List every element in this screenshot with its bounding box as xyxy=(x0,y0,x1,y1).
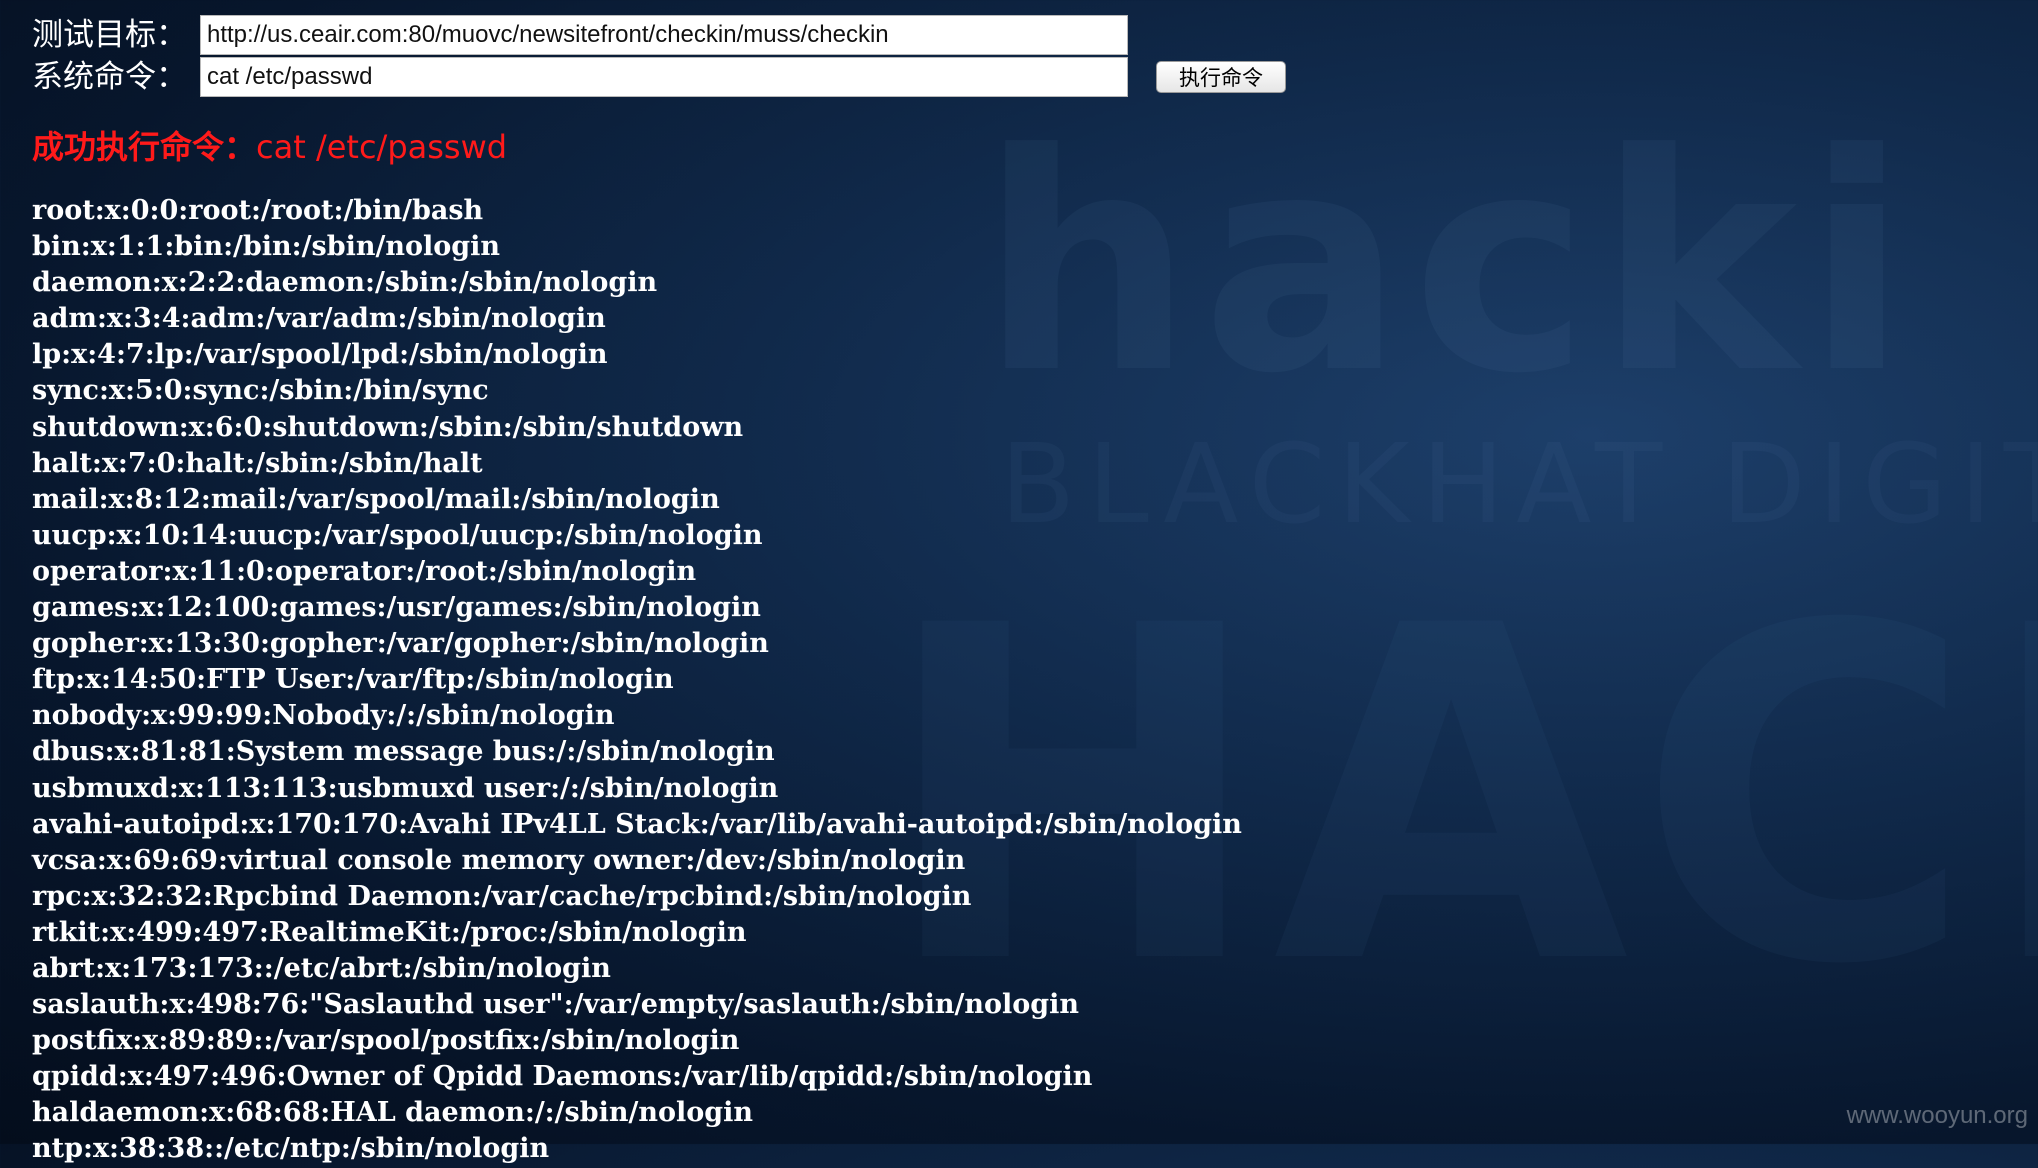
site-watermark: www.wooyun.org xyxy=(1846,1102,2028,1129)
output-line: sync:x:5:0:sync:/sbin:/bin/sync xyxy=(32,375,489,407)
success-command: cat /etc/passwd xyxy=(256,128,508,166)
output-line: daemon:x:2:2:daemon:/sbin:/sbin/nologin xyxy=(32,267,658,299)
output-line: games:x:12:100:games:/usr/games:/sbin/no… xyxy=(32,592,761,624)
output-line: haldaemon:x:68:68:HAL daemon:/:/sbin/nol… xyxy=(32,1097,754,1129)
target-label: 测试目标： xyxy=(32,17,187,53)
command-output: root:x:0:0:root:/root:/bin/bash bin:x:1:1… xyxy=(32,193,1242,1168)
output-line: qpidd:x:497:496:Owner of Qpidd Daemons:/… xyxy=(32,1061,1093,1093)
output-line: vcsa:x:69:69:virtual console memory owne… xyxy=(32,844,966,876)
output-line: halt:x:7:0:halt:/sbin:/sbin/halt xyxy=(32,447,483,479)
output-line: shutdown:x:6:0:shutdown:/sbin:/sbin/shut… xyxy=(32,411,744,443)
success-message: 成功执行命令：cat /etc/passwd xyxy=(32,122,507,168)
success-label: 成功执行命令： xyxy=(32,128,257,166)
output-line: abrt:x:173:173::/etc/abrt:/sbin/nologin xyxy=(32,952,611,984)
output-line: rpc:x:32:32:Rpcbind Daemon:/var/cache/rp… xyxy=(32,880,972,912)
output-line: uucp:x:10:14:uucp:/var/spool/uucp:/sbin/… xyxy=(32,519,763,551)
output-line: gopher:x:13:30:gopher:/var/gopher:/sbin/… xyxy=(32,628,769,660)
command-input[interactable] xyxy=(200,57,1128,97)
output-line: postfix:x:89:89::/var/spool/postfix:/sbi… xyxy=(32,1025,740,1057)
output-line: nobody:x:99:99:Nobody:/:/sbin/nologin xyxy=(32,700,615,732)
output-line: lp:x:4:7:lp:/var/spool/lpd:/sbin/nologin xyxy=(32,339,608,371)
output-line: adm:x:3:4:adm:/var/adm:/sbin/nologin xyxy=(32,303,606,335)
output-line: mail:x:8:12:mail:/var/spool/mail:/sbin/n… xyxy=(32,483,720,515)
output-line: dbus:x:81:81:System message bus:/:/sbin/… xyxy=(32,736,775,768)
output-line: operator:x:11:0:operator:/root:/sbin/nol… xyxy=(32,555,697,587)
execute-command-button[interactable]: 执行命令 xyxy=(1156,61,1286,93)
output-line: rtkit:x:499:497:RealtimeKit:/proc:/sbin/… xyxy=(32,916,747,948)
output-line: avahi-autoipd:x:170:170:Avahi IPv4LL Sta… xyxy=(32,808,1242,840)
command-row: 系统命令： 执行命令 xyxy=(32,56,1286,98)
output-line: ftp:x:14:50:FTP User:/var/ftp:/sbin/nolo… xyxy=(32,664,674,696)
output-line: saslauth:x:498:76:"Saslauthd user":/var/… xyxy=(32,989,1080,1021)
output-line: bin:x:1:1:bin:/bin:/sbin/nologin xyxy=(32,231,500,263)
target-url-input[interactable] xyxy=(200,15,1128,55)
output-line: root:x:0:0:root:/root:/bin/bash xyxy=(32,195,484,226)
command-label: 系统命令： xyxy=(32,59,187,95)
output-line: usbmuxd:x:113:113:usbmuxd user:/:/sbin/n… xyxy=(32,772,779,804)
output-line: ntp:x:38:38::/etc/ntp:/sbin/nologin xyxy=(32,1133,550,1165)
target-row: 测试目标： xyxy=(32,14,1128,56)
